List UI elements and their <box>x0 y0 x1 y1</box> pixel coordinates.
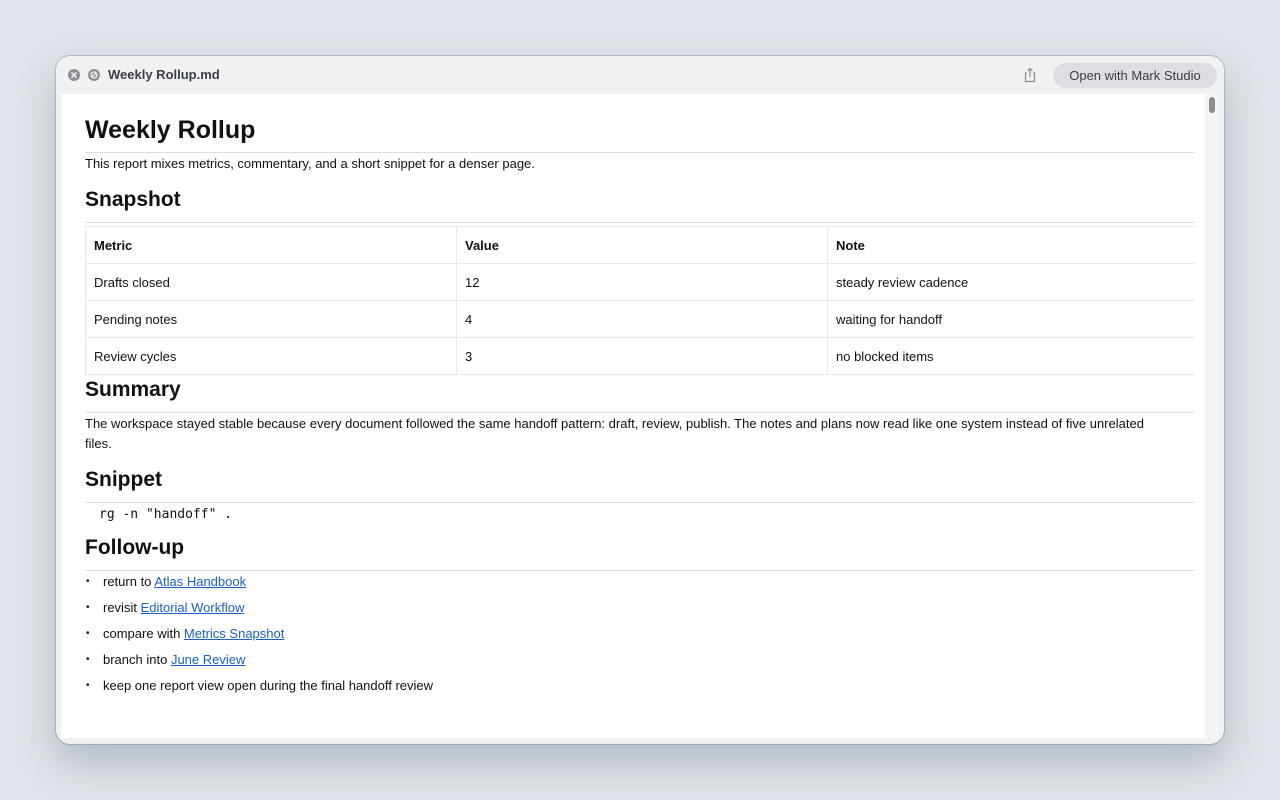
share-icon[interactable] <box>1020 66 1040 84</box>
column-header-metric: Metric <box>85 226 457 264</box>
link-atlas-handbook[interactable]: Atlas Handbook <box>154 574 246 589</box>
table-cell: steady review cadence <box>827 263 1195 301</box>
scrollbar-thumb[interactable] <box>1209 97 1215 113</box>
document-view[interactable]: Weekly Rollup This report mixes metrics,… <box>61 94 1219 738</box>
link-metrics-snapshot[interactable]: Metrics Snapshot <box>184 626 284 641</box>
table-cell: 4 <box>456 300 828 338</box>
divider <box>85 152 1195 153</box>
title-bar: Weekly Rollup.md Open with Mark Studio <box>56 56 1224 94</box>
bullet: • <box>86 602 90 613</box>
table-cell: no blocked items <box>827 337 1195 375</box>
list-item: • keep one report view open during the f… <box>85 675 1195 701</box>
column-header-value: Value <box>456 226 828 264</box>
link-editorial-workflow[interactable]: Editorial Workflow <box>141 600 245 615</box>
list-item: • revisit Editorial Workflow <box>85 597 1195 623</box>
link-june-review[interactable]: June Review <box>171 652 245 667</box>
table-cell: waiting for handoff <box>827 300 1195 338</box>
divider <box>85 502 1195 503</box>
bullet: • <box>86 628 90 639</box>
list-item-text: compare with <box>103 626 184 641</box>
snapshot-heading: Snapshot <box>85 188 181 211</box>
open-with-button[interactable]: Open with Mark Studio <box>1053 63 1217 88</box>
close-icon[interactable] <box>68 69 80 81</box>
vertical-scrollbar[interactable] <box>1205 94 1219 738</box>
table-cell: 3 <box>456 337 828 375</box>
list-item-text: branch into <box>103 652 171 667</box>
bullet: • <box>86 654 90 665</box>
list-item-text: return to <box>103 574 155 589</box>
table-header-row: Metric Value Note <box>85 226 1195 264</box>
table-row: Review cycles 3 no blocked items <box>85 337 1195 375</box>
block-icon[interactable] <box>88 69 100 81</box>
window-title: Weekly Rollup.md <box>108 67 220 82</box>
list-item: • branch into June Review <box>85 649 1195 675</box>
table-cell: Drafts closed <box>85 263 457 301</box>
table-cell: 12 <box>456 263 828 301</box>
bullet: • <box>86 680 90 691</box>
summary-paragraph: The workspace stayed stable because ever… <box>85 416 1144 451</box>
snippet-heading: Snippet <box>85 468 162 491</box>
followup-heading: Follow-up <box>85 536 185 559</box>
divider <box>85 222 1195 223</box>
summary-heading: Summary <box>85 378 181 401</box>
list-item-text: keep one report view open during the fin… <box>103 678 434 693</box>
list-item: • compare with Metrics Snapshot <box>85 623 1195 649</box>
app-window: Weekly Rollup.md Open with Mark Studio W… <box>56 56 1224 744</box>
table-cell: Review cycles <box>85 337 457 375</box>
followup-list: • return to Atlas Handbook • revisit Edi… <box>85 571 1195 701</box>
code-snippet: rg -n "handoff" . <box>99 507 233 522</box>
divider <box>85 412 1195 413</box>
column-header-note: Note <box>827 226 1195 264</box>
table-cell: Pending notes <box>85 300 457 338</box>
table-row: Pending notes 4 waiting for handoff <box>85 300 1195 338</box>
bullet: • <box>86 576 90 587</box>
document-title: Weekly Rollup <box>85 116 256 144</box>
snapshot-table: Metric Value Note Drafts closed 12 stead… <box>85 226 1195 375</box>
table-row: Drafts closed 12 steady review cadence <box>85 263 1195 301</box>
list-item: • return to Atlas Handbook <box>85 571 1195 597</box>
list-item-text: revisit <box>103 600 141 615</box>
intro-paragraph: This report mixes metrics, commentary, a… <box>85 156 535 171</box>
